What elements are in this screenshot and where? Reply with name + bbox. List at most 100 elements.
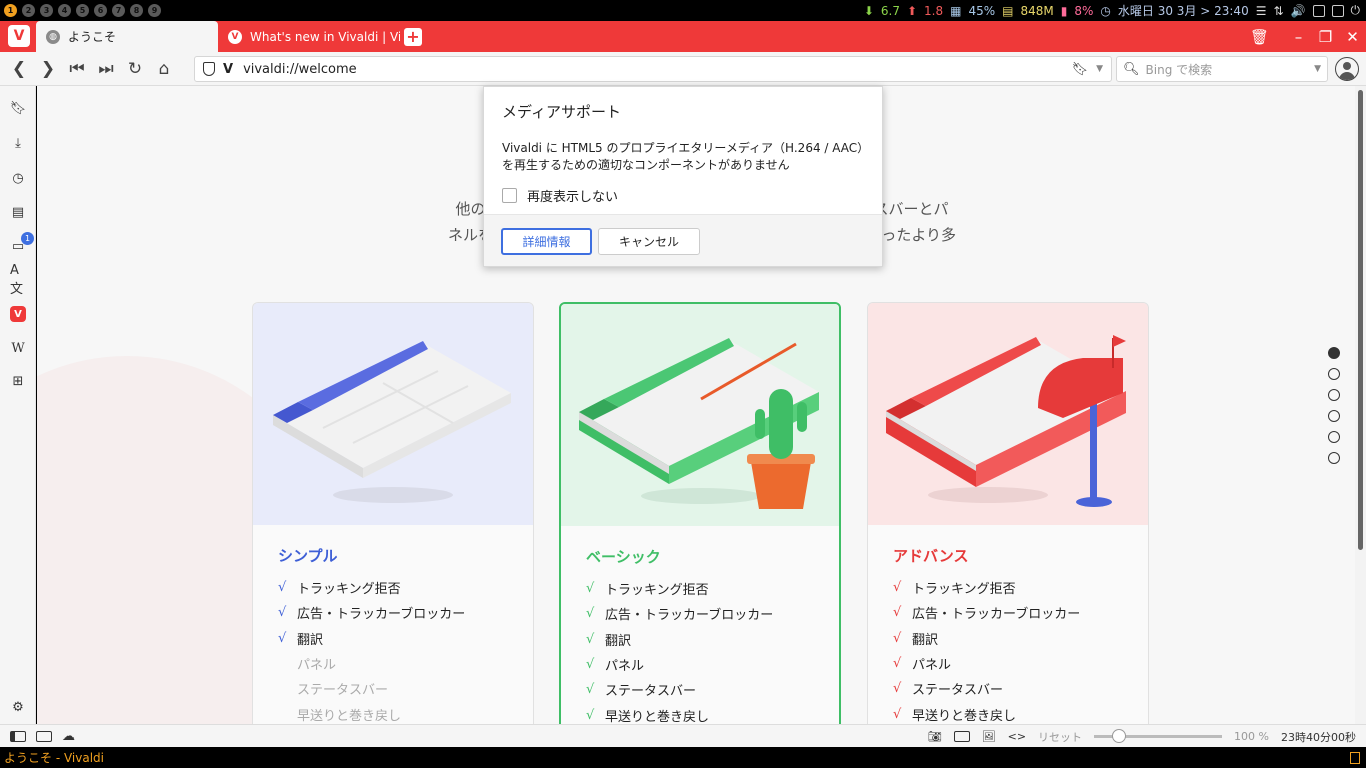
fast-forward-button[interactable]: ⏭ — [93, 56, 119, 82]
window-state-icon[interactable] — [1350, 751, 1360, 764]
dont-show-again-checkbox[interactable]: 再度表示しない — [502, 186, 618, 205]
power-icon[interactable]: ⏻ — [1351, 3, 1361, 18]
screen: 1 2 3 4 5 6 7 8 9 ⬇ 6.7 ⬆ 1.8 ▦ 45% ▤ 84… — [0, 0, 1366, 768]
rewind-button[interactable]: ⏮ — [64, 56, 90, 82]
settings-gear-icon[interactable]: ⚙ — [10, 699, 26, 715]
image-icon[interactable]: 🖼︎ — [982, 730, 996, 743]
cancel-button[interactable]: キャンセル — [598, 228, 700, 255]
basic-illustration — [561, 304, 839, 526]
zoom-reset[interactable]: リセット — [1038, 729, 1082, 745]
zoom-slider-knob[interactable] — [1112, 729, 1127, 743]
feature-item: パネル — [278, 651, 465, 676]
card-basic[interactable]: ベーシック √ トラッキング拒否 √ 広告・トラッカーブロッカー √ 翻訳 √ パネル … — [559, 302, 841, 724]
translate-panel-icon[interactable]: A文 — [10, 263, 26, 297]
workspace-2[interactable]: 2 — [22, 4, 35, 17]
url-field[interactable]: V vivaldi://welcome 🔖︎ ▼ — [194, 56, 1112, 82]
maximize-button[interactable]: ❐ — [1312, 28, 1339, 46]
new-tab-button[interactable]: + — [404, 28, 422, 46]
page-actions-icon[interactable]: <> — [1008, 730, 1026, 743]
page-scrollbar[interactable] — [1355, 86, 1366, 724]
feature-item: √ パネル — [586, 652, 773, 677]
downloads-panel-icon[interactable]: ⤓ — [10, 135, 26, 151]
vivaldi-menu-button[interactable]: V — [8, 25, 30, 47]
workspace-6[interactable]: 6 — [94, 4, 107, 17]
capture-icon[interactable]: 📷︎ — [928, 730, 942, 743]
browser-mailbox-illustration-icon — [886, 335, 1126, 507]
page-dot[interactable] — [1328, 389, 1340, 401]
display-icon[interactable] — [1331, 4, 1344, 17]
memory-value: 848M — [1020, 3, 1054, 18]
page-dot[interactable] — [1328, 452, 1340, 464]
window-icon[interactable] — [953, 731, 970, 742]
scrollbar-thumb[interactable] — [1358, 90, 1363, 550]
url-text[interactable]: vivaldi://welcome — [243, 62, 357, 77]
tile-tabs-icon[interactable] — [36, 730, 52, 742]
search-field[interactable]: 🔍︎ Bing で検索 ▼ — [1116, 56, 1328, 82]
feature-item: 早送りと巻き戻し — [278, 701, 465, 724]
page-dot[interactable] — [1328, 431, 1340, 443]
forward-button[interactable]: ❯ — [35, 56, 61, 82]
page-dot[interactable] — [1328, 347, 1340, 359]
add-panel-icon[interactable]: ⊞ — [10, 373, 26, 389]
chevron-down-icon[interactable]: ▼ — [1314, 64, 1321, 74]
back-button[interactable]: ❮ — [6, 56, 32, 82]
feature-item: √ 広告・トラッカーブロッカー — [278, 600, 465, 625]
reload-button[interactable]: ↻ — [122, 56, 148, 82]
wikipedia-panel-icon[interactable]: W — [10, 340, 26, 356]
page-dot[interactable] — [1328, 410, 1340, 422]
workspace-1[interactable]: 1 — [4, 4, 17, 17]
workspace-5[interactable]: 5 — [76, 4, 89, 17]
trash-icon[interactable]: 🗑 — [1246, 28, 1273, 46]
feature-label: トラッキング拒否 — [605, 583, 709, 599]
screenshot-icon[interactable] — [1312, 4, 1325, 17]
workspace-7[interactable]: 7 — [112, 4, 125, 17]
feature-label: 翻訳 — [912, 632, 939, 648]
card-advanced[interactable]: アドバンス √ トラッキング拒否 √ 広告・トラッカーブロッカー √ 翻訳 √ パネル … — [867, 302, 1149, 724]
chevron-down-icon[interactable]: ▼ — [1096, 64, 1103, 74]
feature-label: ステータスバー — [297, 683, 389, 699]
feature-label: ステータスバー — [912, 683, 1004, 699]
status-clock[interactable]: 23時40分00秒 — [1281, 729, 1356, 745]
home-button[interactable]: ⌂ — [151, 56, 177, 82]
more-info-button[interactable]: 詳細情報 — [501, 228, 592, 255]
tab-whats-new[interactable]: V What's new in Vivaldi | Vivaldi — [218, 21, 400, 52]
bookmark-icon[interactable]: 🔖︎ — [1072, 62, 1089, 77]
advanced-illustration — [868, 303, 1148, 525]
workspace-4[interactable]: 4 — [58, 4, 71, 17]
feature-label: パネル — [605, 659, 645, 675]
page-dot[interactable] — [1328, 368, 1340, 380]
panel-toggle-icon[interactable] — [10, 730, 26, 742]
feature-label: パネル — [912, 658, 952, 674]
tab-welcome[interactable]: ◍ ようこそ — [36, 21, 218, 52]
status-left: ☁ — [0, 730, 75, 743]
bookmarks-panel-icon[interactable]: 🔖︎ — [10, 100, 27, 116]
close-button[interactable]: ✕ — [1339, 28, 1366, 46]
workspace-9[interactable]: 9 — [148, 4, 161, 17]
workspace-8[interactable]: 8 — [130, 4, 143, 17]
workspace-3[interactable]: 3 — [40, 4, 53, 17]
feature-item: √ 翻訳 — [278, 626, 465, 651]
zoom-slider[interactable] — [1094, 729, 1223, 743]
workspace-switcher: 1 2 3 4 5 6 7 8 9 — [0, 4, 161, 17]
network-icon[interactable]: ⇅ — [1273, 4, 1283, 18]
volume-icon[interactable]: 🔊 — [1291, 4, 1306, 18]
feature-label: ステータスバー — [605, 684, 697, 700]
status-bar: ☁ 📷︎ 🖼︎ <> リセット 100 % 23時40分00秒 — [0, 724, 1366, 747]
datetime[interactable]: 水曜日 30 3月 > 23:40 — [1118, 2, 1249, 19]
globe-icon: ◍ — [46, 29, 60, 44]
history-panel-icon[interactable]: ◷ — [10, 170, 26, 186]
search-placeholder[interactable]: Bing で検索 — [1146, 61, 1213, 78]
menu-icon[interactable]: ☰ — [1256, 4, 1267, 18]
notes-panel-icon[interactable]: ▤ — [10, 204, 26, 220]
minimize-button[interactable]: – — [1285, 28, 1312, 46]
window-title: ようこそ - Vivaldi — [4, 751, 104, 765]
card-simple[interactable]: シンプル √ トラッキング拒否 √ 広告・トラッカーブロッカー √ 翻訳 パネル ステ… — [252, 302, 534, 724]
window-count-badge: 1 — [21, 232, 34, 245]
feature-item: √ 広告・トラッカーブロッカー — [893, 600, 1080, 625]
shield-icon[interactable] — [203, 62, 215, 76]
vivaldi-panel-icon[interactable]: V — [10, 306, 26, 322]
sync-cloud-icon[interactable]: ☁ — [62, 730, 75, 743]
check-icon: √ — [893, 681, 902, 697]
checkbox-box[interactable] — [502, 188, 517, 203]
profile-icon[interactable] — [1335, 57, 1359, 81]
